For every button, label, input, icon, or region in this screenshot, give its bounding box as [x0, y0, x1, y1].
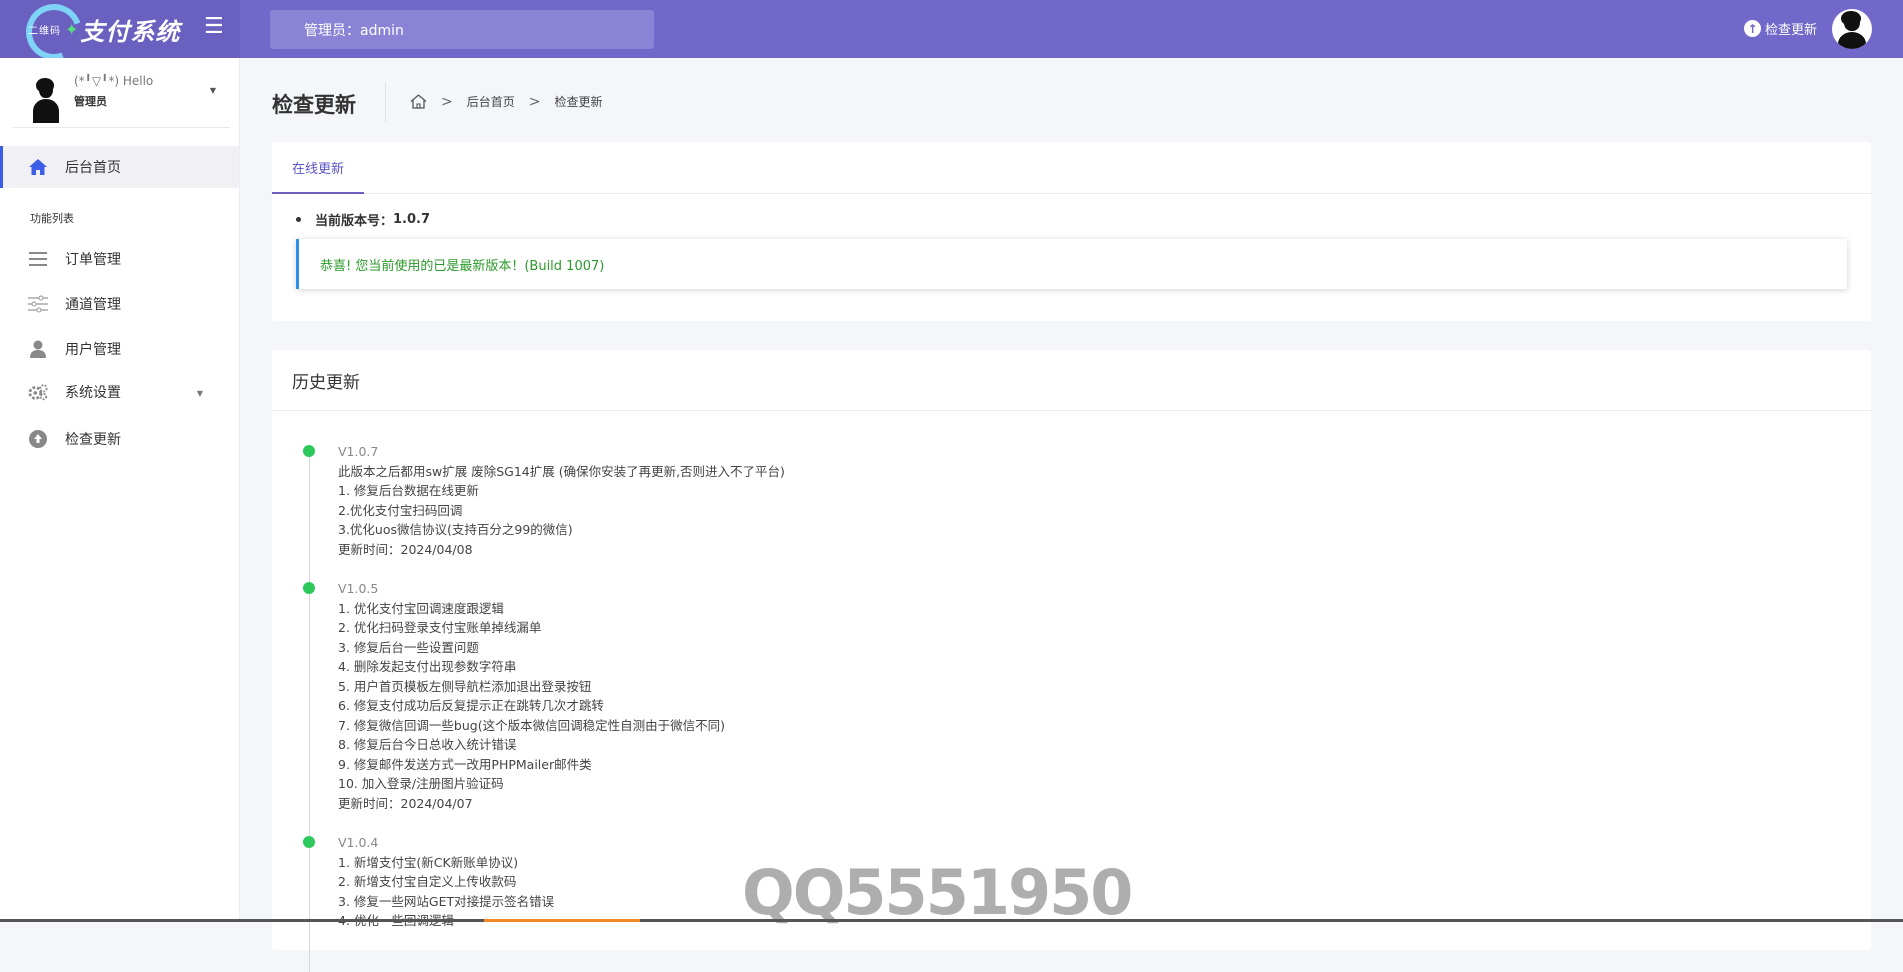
- entry-line: 此版本之后都用sw扩展 废除SG14扩展 (确保你安装了再更新,否则进入不了平台…: [338, 463, 785, 479]
- breadcrumb-current: 检查更新: [554, 95, 603, 109]
- chevron-right-icon: >: [441, 93, 453, 110]
- home-icon[interactable]: [410, 94, 427, 109]
- chevron-right-icon: >: [528, 93, 541, 110]
- version-value: 1.0.7: [393, 212, 431, 227]
- entry-line: 5. 用户首页模板左侧导航栏添加退出登录按钮: [338, 678, 592, 694]
- sidebar-item-label: 系统设置: [65, 385, 121, 401]
- user-avatar: [28, 76, 64, 124]
- sidebar-item-label: 后台首页: [65, 160, 121, 176]
- entry-version: V1.0.4: [338, 835, 379, 850]
- entry-version: V1.0.5: [338, 581, 379, 596]
- sidebar-item-label: 用户管理: [65, 342, 121, 358]
- entry-line: 2.优化支付宝扫码回调: [338, 502, 463, 518]
- brand-name: 支付系统: [80, 16, 181, 46]
- version-label: 当前版本号：: [315, 214, 394, 229]
- sidebar-item-users[interactable]: 用户管理: [0, 328, 239, 370]
- user-icon: [28, 339, 48, 359]
- brand-logo: 二维码 ✦ 支付系统: [16, 0, 181, 70]
- user-hello: (*╹▽╹*) Hello: [74, 74, 154, 88]
- gear-icon: [28, 382, 48, 402]
- entry-line: 9. 修复邮件发送方式一改用PHPMailer邮件类: [338, 756, 592, 772]
- sidebar-item-settings[interactable]: 系统设置 ▼: [0, 371, 239, 413]
- tab-bar: 在线更新: [272, 142, 1871, 194]
- avatar[interactable]: [1832, 9, 1872, 49]
- sidebar-item-label: 检查更新: [65, 432, 121, 448]
- timeline-dot-icon: [303, 582, 315, 594]
- page-title: 检查更新: [272, 93, 356, 117]
- menu-toggle-icon[interactable]: ☰: [204, 16, 224, 38]
- sidebar-item-dashboard[interactable]: 后台首页: [0, 146, 239, 188]
- entry-date: 更新时间：2024/04/08: [338, 541, 473, 557]
- sliders-icon: [28, 294, 48, 314]
- entry-line: 7. 修复微信回调一些bug(这个版本微信回调稳定性自测由于微信不同): [338, 717, 725, 733]
- breadcrumb: > 后台首页 > 检查更新: [410, 93, 603, 110]
- tab-online-update[interactable]: 在线更新: [272, 142, 364, 194]
- timeline-entry: V1.0.5 1. 优化支付宝回调速度跟逻辑 2. 优化扫码登录支付宝账单掉线漏…: [303, 579, 1203, 813]
- sidebar-item-label: 通道管理: [65, 297, 121, 313]
- entry-line: 2. 优化扫码登录支付宝账单掉线漏单: [338, 620, 542, 635]
- current-version: 当前版本号： 1.0.7: [296, 210, 430, 229]
- entry-line: 4. 删除发起支付出现参数字符串: [338, 659, 517, 674]
- list-icon: [28, 249, 48, 269]
- user-panel[interactable]: (*╹▽╹*) Hello 管理员 ▼: [12, 72, 230, 128]
- caret-down-icon[interactable]: ▼: [210, 86, 216, 95]
- user-role: 管理员: [74, 95, 107, 108]
- entry-line: 3. 修复后台一些设置问题: [338, 639, 479, 655]
- entry-line: 1. 优化支付宝回调速度跟逻辑: [338, 600, 504, 616]
- caret-down-icon: ▼: [196, 389, 203, 398]
- section-label: 功能列表: [30, 212, 74, 225]
- breadcrumb-dashboard[interactable]: 后台首页: [467, 93, 515, 110]
- check-update-label: 检查更新: [1765, 23, 1818, 38]
- sidebar-item-label: 订单管理: [65, 252, 121, 268]
- sidebar-item-channels[interactable]: 通道管理: [0, 283, 239, 325]
- history-title: 历史更新: [272, 350, 1871, 411]
- timeline-entry: V1.0.7 此版本之后都用sw扩展 废除SG14扩展 (确保你安装了再更新,否…: [303, 442, 1203, 559]
- admin-label: 管理员：admin: [270, 10, 654, 49]
- sidebar-item-check-update[interactable]: 检查更新: [0, 418, 239, 460]
- online-update-card: 在线更新 当前版本号： 1.0.7 恭喜! 您当前使用的已是最新版本！(Buil…: [272, 142, 1871, 321]
- sidebar-item-orders[interactable]: 订单管理: [0, 238, 239, 280]
- top-bar: 二维码 ✦ 支付系统 ☰ 管理员：admin ↑ 检查更新: [0, 0, 1903, 70]
- entry-line: 10. 加入登录/注册图片验证码: [338, 776, 504, 791]
- bullet-icon: [296, 217, 301, 222]
- latest-version-alert: 恭喜! 您当前使用的已是最新版本！(Build 1007): [296, 239, 1847, 289]
- sparkle-icon: ✦: [65, 19, 79, 39]
- entry-date: 更新时间：2024/04/07: [338, 795, 473, 811]
- entry-version: V1.0.7: [338, 444, 379, 459]
- upload-circle-icon: ↑: [1744, 20, 1761, 37]
- sidebar: (*╹▽╹*) Hello 管理员 ▼ 后台首页 功能列表 订单管理 通道管理 …: [0, 58, 240, 922]
- entry-line: 1. 修复后台数据在线更新: [338, 483, 479, 498]
- divider: [385, 82, 386, 122]
- entry-line: 6. 修复支付成功后反复提示正在跳转几次才跳转: [338, 698, 604, 713]
- check-update-link[interactable]: ↑ 检查更新: [1744, 19, 1817, 38]
- entry-line: 8. 修复后台今日总收入统计错误: [338, 737, 517, 752]
- timeline-dot-icon: [303, 445, 315, 457]
- timeline-dot-icon: [303, 836, 315, 848]
- entry-line: 3.优化uos微信协议(支持百分之99的微信): [338, 522, 573, 537]
- home-icon: [28, 157, 48, 177]
- upload-circle-icon: [28, 429, 48, 449]
- brand-small-text: 二维码: [28, 25, 61, 37]
